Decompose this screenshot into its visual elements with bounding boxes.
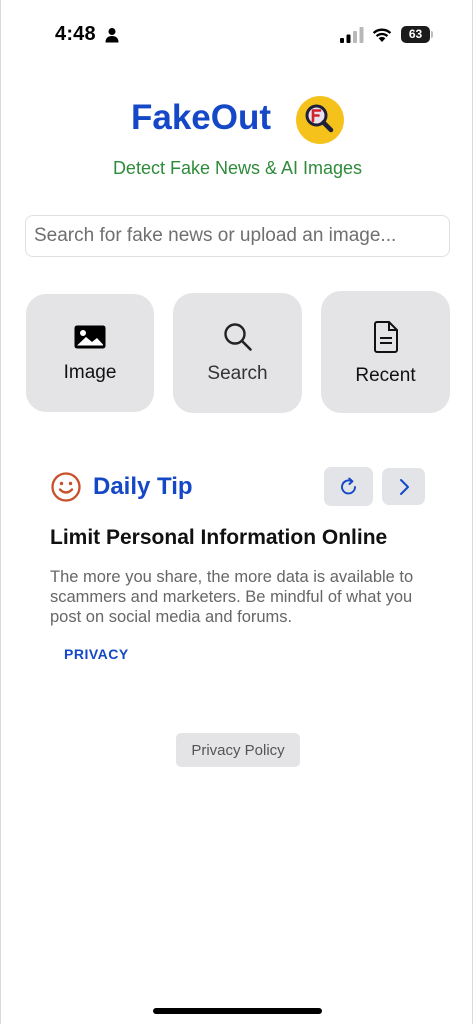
search-button-label: Search [207,363,268,384]
magnifier-logo-icon [296,96,344,144]
smile-icon [51,472,81,502]
image-icon [74,325,106,349]
tagline: Detect Fake News & AI Images [112,158,363,178]
battery-body: 63 [401,26,430,43]
search-icon [223,323,252,351]
tip-category-tag: PRIVACY [64,646,129,662]
status-time: 4:48 [55,23,96,45]
refresh-tip-button[interactable] [324,467,373,506]
signal-icon [340,27,364,43]
battery-level: 63 [408,27,423,41]
image-button[interactable]: Image [26,294,154,412]
battery-cap [431,31,433,38]
recent-button-label: Recent [355,365,416,386]
person-icon [105,28,119,43]
wifi-icon [372,28,392,42]
search-box [25,215,450,257]
privacy-policy-button[interactable]: Privacy Policy [176,733,300,767]
search-button[interactable]: Search [173,293,302,413]
tip-heading: Limit Personal Information Online [50,526,388,549]
battery-icon: 63 [401,26,433,43]
app-screen: 4:48 63 FakeOut Detect Fake News & AI Im… [0,0,473,1024]
home-indicator[interactable] [153,1008,322,1014]
daily-tip-title: Daily Tip [93,473,193,500]
chevron-right-icon [399,478,409,495]
tip-body: The more you share, the more data is ava… [50,568,414,626]
image-button-label: Image [63,362,117,383]
search-input[interactable] [34,216,439,256]
document-icon [373,321,398,353]
app-title: FakeOut [131,98,272,137]
recent-button[interactable]: Recent [321,291,450,413]
next-tip-button[interactable] [382,468,425,505]
refresh-icon [340,477,356,494]
